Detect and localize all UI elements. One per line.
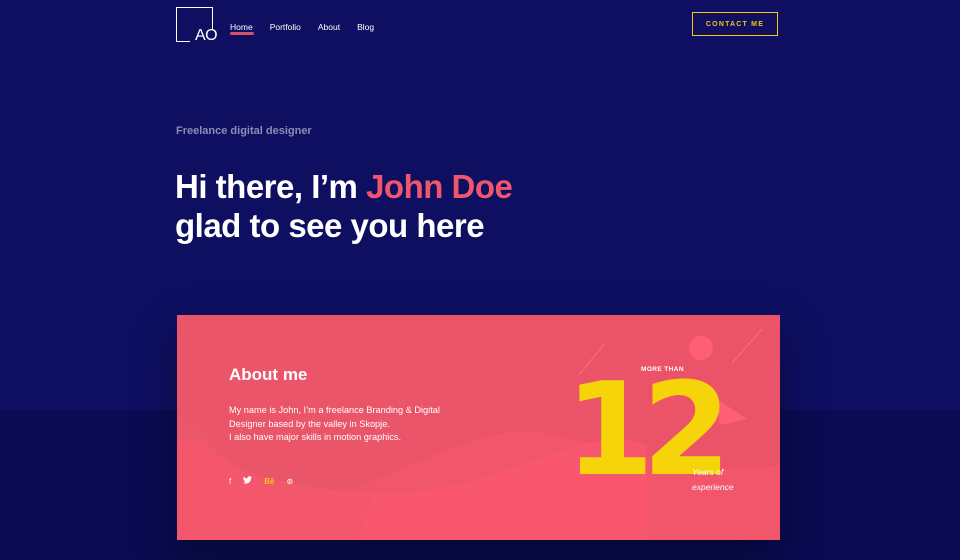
dribbble-icon[interactable]: ⊛	[286, 477, 293, 486]
years-label: Years of experience	[692, 465, 734, 495]
main-nav: Home Portfolio About Blog	[230, 22, 374, 35]
deco-triangle	[717, 399, 747, 425]
hero-title: Hi there, I’m John Doe glad to see you h…	[175, 167, 513, 245]
site-logo[interactable]: AO	[176, 7, 220, 45]
logo-text: AO	[195, 27, 218, 44]
about-text-line: Designer based by the valley in Skopje.	[229, 418, 390, 429]
about-text-line: My name is John, I’m a freelance Brandin…	[229, 405, 440, 415]
logo-frame-right	[212, 7, 213, 29]
logo-frame-bottom	[176, 41, 190, 42]
social-links: f Bē ⊛	[229, 476, 293, 486]
hero-greeting: Hi there, I’m	[175, 168, 367, 205]
facebook-icon[interactable]: f	[229, 477, 231, 486]
about-title: About me	[229, 365, 308, 384]
contact-me-button[interactable]: CONTACT ME	[692, 12, 778, 36]
behance-icon[interactable]: Bē	[264, 477, 274, 486]
nav-blog[interactable]: Blog	[357, 22, 374, 32]
about-text: My name is John, I’m a freelance Brandin…	[229, 404, 479, 445]
about-text-line: I also have major skills in motion graph…	[229, 432, 402, 442]
nav-about[interactable]: About	[318, 22, 340, 32]
years-line2: experience	[692, 482, 734, 492]
hero-subtitle: Freelance digital designer	[176, 125, 312, 137]
twitter-icon[interactable]	[243, 476, 253, 486]
years-line1: Years of	[692, 467, 724, 477]
nav-portfolio[interactable]: Portfolio	[270, 22, 301, 32]
hero-line2: glad to see you here	[175, 207, 485, 244]
nav-home[interactable]: Home	[230, 22, 254, 35]
hero-name: John Doe	[366, 168, 513, 205]
about-card: About me My name is John, I’m a freelanc…	[177, 315, 780, 540]
